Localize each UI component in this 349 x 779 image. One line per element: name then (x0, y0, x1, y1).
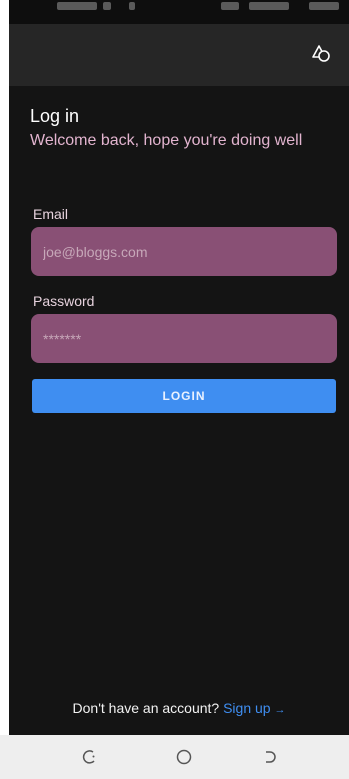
page-subtitle: Welcome back, hope you're doing well (30, 132, 303, 149)
theme-toggle-icon (312, 45, 330, 62)
home-button[interactable] (172, 745, 196, 769)
arrow-right-icon: → (274, 704, 286, 716)
signup-prompt: Don't have an account? Sign up → (9, 700, 349, 716)
email-label: Email (33, 206, 69, 222)
battery-icon (309, 2, 339, 10)
password-label: Password (33, 293, 95, 309)
status-bar (9, 0, 349, 24)
home-icon (176, 749, 192, 765)
notification-icon (129, 2, 135, 10)
back-icon (266, 751, 276, 763)
app-bar (9, 24, 349, 86)
recent-apps-icon (82, 750, 95, 764)
theme-toggle-button[interactable] (309, 42, 333, 66)
signup-prompt-text: Don't have an account? (72, 700, 224, 716)
email-field[interactable] (31, 227, 337, 276)
signup-link-label: Sign up (223, 700, 271, 716)
notification-icon (103, 2, 111, 10)
password-field[interactable] (31, 314, 337, 363)
back-button[interactable] (258, 745, 282, 769)
login-button[interactable]: LOGIN (32, 379, 336, 413)
signup-link[interactable]: Sign up → (223, 700, 285, 716)
wifi-icon (221, 2, 239, 10)
system-nav-bar (0, 735, 349, 779)
signal-icon (249, 2, 289, 10)
page-title: Log in (30, 106, 80, 126)
login-screen: Log in Welcome back, hope you're doing w… (9, 0, 349, 779)
status-time (57, 2, 97, 10)
recent-apps-button[interactable] (78, 745, 102, 769)
